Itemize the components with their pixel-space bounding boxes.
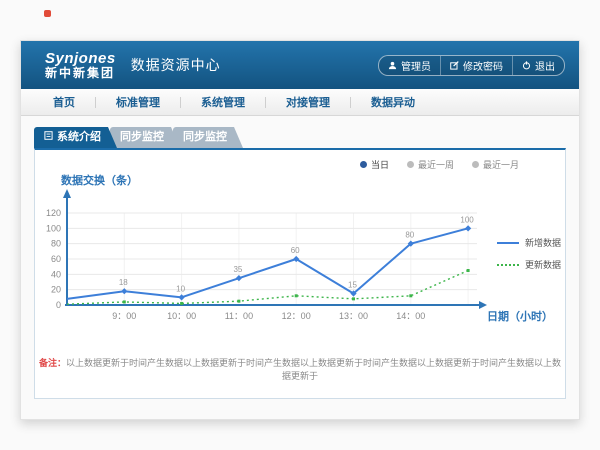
tab-label: 系统介绍	[57, 127, 101, 148]
logo-company: 新中新集团	[45, 67, 116, 80]
chart-panel: 当日 最近一周 最近一月 数据交换（条） 0204060801001209：00…	[34, 148, 566, 399]
svg-text:9：00: 9：00	[112, 311, 136, 321]
svg-text:12：00: 12：00	[282, 311, 311, 321]
document-icon	[44, 127, 53, 148]
logo: Synjones 新中新集团	[45, 51, 116, 79]
svg-text:60: 60	[51, 254, 61, 264]
logo-brand: Synjones	[45, 51, 116, 67]
svg-text:60: 60	[291, 246, 300, 255]
tab-bar: 系统介绍 同步监控 同步监控	[34, 127, 236, 148]
user-icon	[388, 61, 397, 70]
tab-sync-monitor-1[interactable]: 同步监控	[110, 127, 180, 148]
chart-legend: 新增数据 更新数据	[497, 236, 561, 280]
green-dotted-line-icon	[497, 264, 519, 266]
filter-today[interactable]: 当日	[360, 158, 389, 171]
legend-new-data: 新增数据	[497, 236, 561, 249]
svg-text:80: 80	[405, 231, 414, 240]
nav-item-system-management[interactable]: 系统管理	[193, 94, 253, 110]
filter-label: 最近一周	[418, 158, 454, 171]
line-chart-svg: 0 20 40 60 80 100 120 9：00 10：00 11：00 12：00 13：00 1…	[41, 186, 501, 334]
legend-label: 新增数据	[525, 236, 561, 249]
svg-text:15: 15	[348, 281, 357, 290]
main-nav: 首页 标准管理 系统管理 对接管理 数据异动	[21, 89, 579, 116]
tab-sync-monitor-2[interactable]: 同步监控	[173, 127, 243, 148]
edit-icon	[450, 61, 459, 70]
time-range-filters: 当日 最近一周 最近一月	[360, 158, 519, 171]
nav-separator	[95, 97, 96, 108]
change-password-button[interactable]: 修改密码	[440, 56, 512, 75]
page-title: 数据资源中心	[131, 55, 221, 75]
svg-text:18: 18	[119, 278, 128, 287]
nav-separator	[265, 97, 266, 108]
nav-item-home[interactable]: 首页	[45, 94, 83, 110]
legend-label: 更新数据	[525, 258, 561, 271]
power-icon	[522, 61, 531, 70]
nav-item-standard-management[interactable]: 标准管理	[108, 94, 168, 110]
change-password-label: 修改密码	[463, 58, 503, 73]
logout-label: 退出	[535, 58, 555, 73]
svg-text:20: 20	[51, 285, 61, 295]
footnote-text: 以上数据更新于时间产生数据以上数据更新于时间产生数据以上数据更新于时间产生数据以…	[66, 358, 561, 381]
user-menu: 管理员 修改密码 退出	[378, 55, 565, 76]
svg-text:40: 40	[51, 269, 61, 279]
svg-text:100: 100	[460, 215, 474, 224]
app-window: Synjones 新中新集团 数据资源中心 管理员 修改密码 退出	[20, 40, 580, 420]
nav-separator	[180, 97, 181, 108]
svg-text:80: 80	[51, 239, 61, 249]
radio-dot-icon	[360, 161, 367, 168]
filter-label: 最近一月	[483, 158, 519, 171]
svg-text:10: 10	[176, 284, 185, 293]
svg-text:35: 35	[233, 265, 242, 274]
svg-text:0: 0	[56, 300, 61, 310]
footnote-prefix: 备注：	[39, 358, 66, 368]
svg-text:11：00: 11：00	[225, 311, 253, 321]
nav-item-interface-management[interactable]: 对接管理	[278, 94, 338, 110]
admin-button[interactable]: 管理员	[379, 56, 440, 75]
x-axis-title: 日期（小时）	[487, 308, 553, 324]
app-header: Synjones 新中新集团 数据资源中心 管理员 修改密码 退出	[21, 41, 579, 89]
tab-label: 同步监控	[120, 127, 164, 148]
legend-updated-data: 更新数据	[497, 258, 561, 271]
tab-system-intro[interactable]: 系统介绍	[34, 127, 117, 148]
red-dot	[44, 10, 51, 17]
logout-button[interactable]: 退出	[512, 56, 564, 75]
blue-line-icon	[497, 242, 519, 244]
svg-text:120: 120	[46, 208, 61, 218]
radio-dot-icon	[407, 161, 414, 168]
svg-text:100: 100	[46, 223, 61, 233]
radio-dot-icon	[472, 161, 479, 168]
content-area: 系统介绍 同步监控 同步监控 当日 最近一周	[21, 116, 579, 419]
filter-label: 当日	[371, 158, 389, 171]
svg-text:13：00: 13：00	[339, 311, 368, 321]
filter-last-month[interactable]: 最近一月	[472, 158, 519, 171]
tab-label: 同步监控	[183, 127, 227, 148]
nav-separator	[350, 97, 351, 108]
svg-text:10：00: 10：00	[167, 311, 196, 321]
footnote: 备注：以上数据更新于时间产生数据以上数据更新于时间产生数据以上数据更新于时间产生…	[35, 356, 565, 382]
svg-text:14：00: 14：00	[396, 311, 425, 321]
filter-last-week[interactable]: 最近一周	[407, 158, 454, 171]
admin-label: 管理员	[401, 58, 431, 73]
nav-item-data-change[interactable]: 数据异动	[363, 94, 423, 110]
